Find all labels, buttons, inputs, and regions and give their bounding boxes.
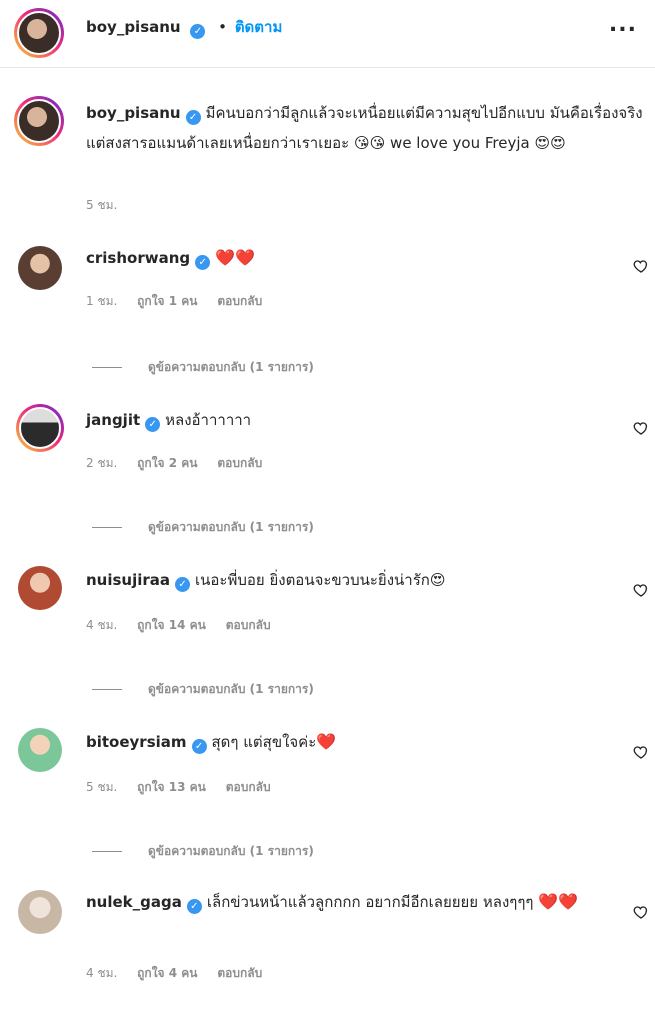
comment: jangjit ✓ หลงอ้าาาาาา	[86, 406, 606, 434]
reply-button[interactable]: ตอบกลับ	[226, 618, 271, 632]
comment-text: เนอะพี่บอย ยิ่งตอนจะขวบนะยิ่งน่ารัก	[195, 571, 430, 589]
verified-icon: ✓	[191, 739, 207, 754]
reply-button[interactable]: ตอบกลับ	[217, 966, 262, 980]
caption-avatar[interactable]	[14, 96, 64, 146]
like-comment-heart-icon[interactable]	[633, 582, 649, 598]
author-avatar[interactable]	[14, 8, 64, 58]
comment-likes[interactable]: ถูกใจ 14 คน	[137, 618, 206, 632]
author-username[interactable]: boy_pisanu	[86, 18, 181, 36]
caption-emojis-2: 😍😍	[534, 134, 566, 152]
comment-emojis: ❤️❤️	[215, 248, 255, 267]
caption-emojis: 😘😘	[353, 134, 386, 152]
post-header: boy_pisanu ✓ • ติดตาม ...	[0, 0, 655, 68]
comment: nuisujiraa ✓ เนอะพี่บอย ยิ่งตอนจะขวบนะยิ่ง…	[86, 566, 606, 594]
caption-meta: 5 ชม.	[86, 196, 133, 215]
comment-username[interactable]: nulek_gaga	[86, 893, 182, 911]
caption-username[interactable]: boy_pisanu	[86, 104, 181, 122]
comment-time: 4 ชม.	[86, 966, 118, 980]
verified-icon: ✓	[145, 417, 161, 432]
divider	[92, 367, 122, 368]
comment-text: สุดๆ แต่สุขใจค่ะ	[211, 733, 317, 751]
comment-emojis: 😍	[429, 571, 446, 589]
caption: boy_pisanu ✓ มีคนบอกว่ามีลูกแล้วจะเหนื่อยแ…	[86, 98, 646, 158]
comment-text: หลงอ้าาาาาา	[165, 411, 252, 429]
comment-likes[interactable]: ถูกใจ 4 คน	[137, 966, 197, 980]
separator-dot: •	[218, 18, 228, 36]
comment: crishorwang ✓ ❤️❤️	[86, 244, 606, 272]
verified-icon: ✓	[186, 899, 202, 914]
comment-username[interactable]: crishorwang	[86, 249, 190, 267]
reply-button[interactable]: ตอบกลับ	[226, 780, 271, 794]
comment-meta: 4 ชม. ถูกใจ 14 คน ตอบกลับ	[86, 616, 287, 635]
like-comment-heart-icon[interactable]	[633, 904, 649, 920]
comment-username[interactable]: bitoeyrsiam	[86, 733, 187, 751]
comment-meta: 2 ชม. ถูกใจ 2 คน ตอบกลับ	[86, 454, 278, 473]
comment-emojis: ❤️❤️	[538, 892, 579, 911]
more-options-icon[interactable]: ...	[609, 12, 637, 37]
divider	[92, 527, 122, 528]
comment-emojis: ❤️	[316, 732, 337, 751]
caption-time: 5 ชม.	[86, 198, 118, 212]
commenter-avatar[interactable]	[18, 890, 62, 934]
commenter-avatar[interactable]	[18, 566, 62, 610]
follow-button[interactable]: ติดตาม	[235, 18, 283, 36]
view-replies-button[interactable]: ดูข้อความตอบกลับ (1 รายการ)	[92, 680, 314, 699]
comment-meta: 1 ชม. ถูกใจ 1 คน ตอบกลับ	[86, 292, 278, 311]
commenter-avatar[interactable]	[16, 404, 64, 452]
like-comment-heart-icon[interactable]	[633, 420, 649, 436]
comment-text: เล็กข่วนหน้าแล้วลูกกกก อยากมีอีกเลยยยย ห…	[206, 893, 534, 911]
comment: bitoeyrsiam ✓ สุดๆ แต่สุขใจค่ะ❤️	[86, 728, 606, 756]
commenter-avatar[interactable]	[18, 246, 62, 290]
caption-text-2: we love you Freyja	[390, 134, 530, 152]
comment-username[interactable]: jangjit	[86, 411, 140, 429]
commenter-avatar[interactable]	[18, 728, 62, 772]
verified-icon: ✓	[185, 110, 201, 125]
divider	[92, 689, 122, 690]
comment-username[interactable]: nuisujiraa	[86, 571, 170, 589]
view-replies-button[interactable]: ดูข้อความตอบกลับ (1 รายการ)	[92, 518, 314, 537]
comment-meta: 4 ชม. ถูกใจ 4 คน ตอบกลับ	[86, 964, 278, 983]
comment-meta: 5 ชม. ถูกใจ 13 คน ตอบกลับ	[86, 778, 287, 797]
comment-time: 5 ชม.	[86, 780, 118, 794]
view-replies-label[interactable]: ดูข้อความตอบกลับ (1 รายการ)	[148, 842, 314, 861]
comment-time: 1 ชม.	[86, 294, 118, 308]
verified-icon: ✓	[175, 577, 191, 592]
verified-icon: ✓	[190, 24, 206, 39]
like-comment-heart-icon[interactable]	[633, 744, 649, 760]
view-replies-button[interactable]: ดูข้อความตอบกลับ (1 รายการ)	[92, 842, 314, 861]
reply-button[interactable]: ตอบกลับ	[217, 456, 262, 470]
comment-likes[interactable]: ถูกใจ 2 คน	[137, 456, 197, 470]
view-replies-label[interactable]: ดูข้อความตอบกลับ (1 รายการ)	[148, 680, 314, 699]
comment: nulek_gaga ✓ เล็กข่วนหน้าแล้วลูกกกก อยากมี…	[86, 888, 606, 916]
comment-time: 2 ชม.	[86, 456, 118, 470]
view-replies-label[interactable]: ดูข้อความตอบกลับ (1 รายการ)	[148, 518, 314, 537]
comment-likes[interactable]: ถูกใจ 13 คน	[137, 780, 206, 794]
like-comment-heart-icon[interactable]	[633, 258, 649, 274]
view-replies-label[interactable]: ดูข้อความตอบกลับ (1 รายการ)	[148, 358, 314, 377]
verified-icon: ✓	[195, 255, 211, 270]
comment-time: 4 ชม.	[86, 618, 118, 632]
view-replies-button[interactable]: ดูข้อความตอบกลับ (1 รายการ)	[92, 358, 314, 377]
divider	[92, 851, 122, 852]
comment-likes[interactable]: ถูกใจ 1 คน	[137, 294, 197, 308]
reply-button[interactable]: ตอบกลับ	[217, 294, 262, 308]
